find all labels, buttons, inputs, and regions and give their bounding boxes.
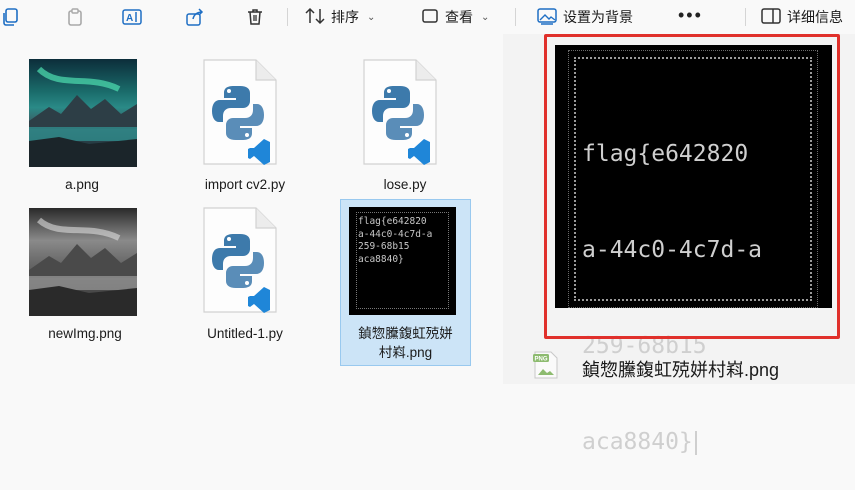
details-label: 详细信息	[787, 9, 843, 25]
toolbar-divider	[515, 8, 516, 26]
png-file-icon: PNG	[533, 350, 559, 380]
view-label: 查看	[445, 9, 473, 25]
chevron-down-icon: ⌄	[481, 11, 490, 23]
details-pane-button[interactable]: 详细信息	[761, 5, 843, 29]
file-name: newImg.png	[48, 326, 122, 341]
file-name: Untitled-1.py	[207, 326, 283, 341]
file-name: import cv2.py	[204, 177, 286, 192]
image-thumbnail	[29, 208, 137, 316]
view-button[interactable]: 查看 ⌄	[421, 5, 489, 29]
svg-text:PNG: PNG	[535, 357, 548, 363]
python-file-icon	[200, 56, 280, 173]
image-thumbnail	[29, 59, 137, 167]
flag-line: aca8840}	[582, 426, 807, 458]
copy-icon[interactable]	[0, 6, 22, 28]
preview-file-name: 鍞惣黱鍑虹殑姘村嵙.png	[582, 360, 780, 380]
file-name-line2: 村嵙.png	[378, 345, 433, 360]
text-cursor	[694, 430, 697, 455]
toolbar-divider	[745, 8, 746, 26]
set-background-label: 设置为背景	[563, 9, 633, 25]
sort-label: 排序	[331, 9, 359, 25]
share-icon[interactable]	[184, 6, 206, 28]
set-background-button[interactable]: 设置为背景	[537, 5, 633, 29]
sort-icon	[305, 7, 325, 28]
delete-icon[interactable]	[244, 6, 266, 28]
more-options-button[interactable]: •••	[678, 6, 703, 24]
svg-text:A: A	[126, 13, 133, 24]
file-name-line1: 鍞惣黱鍑虹殑姘	[358, 326, 453, 341]
file-name: lose.py	[383, 177, 427, 192]
file-name: a.png	[65, 177, 99, 192]
toolbar-divider	[287, 8, 288, 26]
python-file-icon	[360, 56, 440, 173]
python-file-icon	[200, 204, 280, 321]
command-bar: A 排序 ⌄ 查看 ⌄ 设置为背景 ••• 详细信息	[0, 0, 855, 34]
paste-icon[interactable]	[64, 6, 86, 28]
rename-icon[interactable]: A	[122, 6, 144, 28]
details-pane-icon	[761, 7, 781, 28]
thumbnail-flag-text: flag{e642820 a-44c0-4c7d-a 259-68b15 aca884…	[358, 216, 433, 265]
highlight-annotation	[544, 34, 840, 339]
sort-button[interactable]: 排序 ⌄	[305, 5, 375, 29]
chevron-down-icon: ⌄	[367, 11, 376, 23]
wallpaper-icon	[537, 7, 557, 28]
view-icon	[421, 8, 439, 27]
